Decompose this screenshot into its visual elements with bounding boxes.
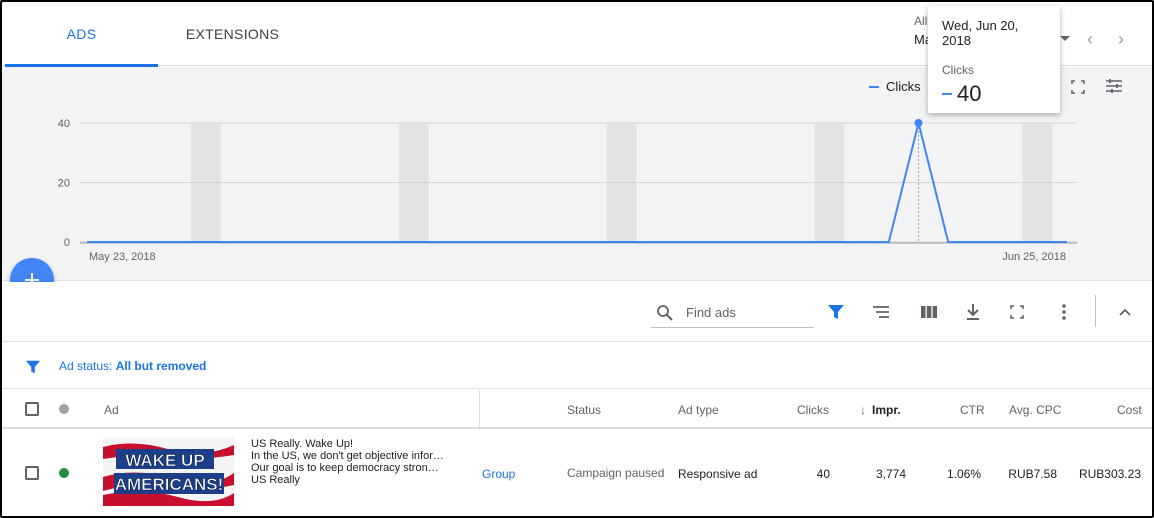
toolbar-divider: [1095, 295, 1096, 327]
legend-label: Clicks: [886, 79, 921, 94]
expand-chart-icon[interactable]: [1068, 77, 1088, 97]
column-header-status[interactable]: Status: [567, 403, 601, 417]
ad-headline: US Really. Wake Up!: [251, 438, 354, 450]
expand-table-icon[interactable]: [1007, 302, 1027, 322]
table-header: Ad Status Ad type Clicks ↓ Impr. CTR Avg.…: [2, 390, 1152, 429]
tab-extensions[interactable]: EXTENSIONS: [156, 2, 309, 66]
app-frame: ADS EXTENSIONS All Ma ‹ › 40 20 0 May 23, 2…: [0, 0, 1154, 518]
download-icon[interactable]: [962, 301, 984, 323]
column-header-impr-label: Impr.: [872, 403, 901, 417]
tooltip-value: 40: [957, 81, 982, 106]
chart-tooltip: Wed, Jun 20, 2018 Clicks 40: [928, 6, 1060, 113]
cost-cell: RUB303.23: [1078, 467, 1141, 481]
tooltip-metric: Clicks: [942, 63, 974, 77]
active-filter-icon[interactable]: [24, 358, 42, 376]
enabled-status-dot[interactable]: [59, 468, 69, 478]
ad-type-cell: Responsive ad: [678, 467, 758, 481]
column-header-ad[interactable]: Ad: [104, 403, 119, 417]
chart-settings-icon[interactable]: [1103, 75, 1125, 97]
status-cell: Campaign paused: [567, 466, 665, 480]
clicks-cell: 40: [816, 467, 830, 481]
filter-value: All but removed: [115, 359, 207, 373]
column-header-ctr[interactable]: CTR: [960, 403, 985, 417]
column-header-avg-cpc[interactable]: Avg. CPC: [1009, 403, 1061, 417]
ad-description-1: In the US, we don't get objective infor…: [251, 450, 444, 462]
collapse-chevron-up-icon[interactable]: [1115, 302, 1135, 322]
select-all-checkbox[interactable]: [25, 402, 39, 416]
x-tick-label-end: Jun 25, 2018: [1002, 251, 1066, 263]
previous-period-icon[interactable]: ‹: [1082, 30, 1098, 48]
search-input[interactable]: [686, 305, 806, 320]
sort-descending-icon: ↓: [860, 403, 866, 417]
date-range-label: All: [914, 14, 928, 28]
y-tick-label: 20: [58, 178, 70, 190]
column-header-clicks[interactable]: Clicks: [797, 403, 829, 417]
ad-status-filter-chip[interactable]: Ad status: All but removed: [59, 359, 206, 373]
tooltip-swatch: [942, 93, 952, 95]
chart-legend[interactable]: Clicks: [869, 79, 921, 94]
clicks-peak-point: [914, 119, 923, 127]
date-range-dropdown-icon[interactable]: [1060, 36, 1070, 41]
column-header-ad-type[interactable]: Ad type: [678, 403, 719, 417]
columns-icon[interactable]: [918, 302, 940, 322]
x-tick-label-start: May 23, 2018: [89, 251, 156, 263]
y-tick-label: 40: [58, 118, 70, 130]
filter-prefix: Ad status:: [59, 359, 116, 373]
ad-description-2: Our goal is to keep democracy stron…: [251, 462, 439, 474]
ad-business-name: US Really: [251, 474, 300, 486]
next-period-icon[interactable]: ›: [1113, 30, 1129, 48]
impr-cell: 3,774: [875, 467, 906, 481]
search-box[interactable]: [651, 298, 814, 328]
ad-text-block[interactable]: US Really. Wake Up! In the US, we don't …: [251, 438, 451, 486]
filter-row: Ad status: All but removed: [2, 343, 1152, 389]
ad-image-line-1: WAKE UP: [125, 451, 204, 470]
tab-ads[interactable]: ADS: [5, 2, 158, 67]
legend-swatch: [869, 85, 879, 88]
status-header-dot: [59, 404, 69, 414]
ad-image[interactable]: WAKE UP AMERICANS!: [103, 437, 234, 506]
search-icon: [657, 304, 673, 321]
table-row[interactable]: WAKE UP AMERICANS! US Really. Wake Up! I…: [2, 430, 1152, 516]
tooltip-date: Wed, Jun 20, 2018: [942, 18, 1019, 48]
column-header-cost[interactable]: Cost: [1117, 403, 1142, 417]
avg-cpc-cell: RUB7.58: [1008, 467, 1057, 481]
more-options-icon[interactable]: [1054, 301, 1074, 323]
ad-group-link[interactable]: Group: [482, 467, 515, 481]
y-tick-label: 0: [64, 237, 70, 249]
segment-icon[interactable]: [870, 302, 892, 322]
table-toolbar: [2, 282, 1152, 342]
filter-icon[interactable]: [826, 302, 846, 322]
ad-image-line-2: AMERICANS!: [115, 475, 224, 494]
column-header-impr[interactable]: ↓ Impr.: [860, 403, 901, 417]
row-checkbox[interactable]: [25, 466, 39, 480]
ctr-cell: 1.06%: [946, 467, 981, 481]
